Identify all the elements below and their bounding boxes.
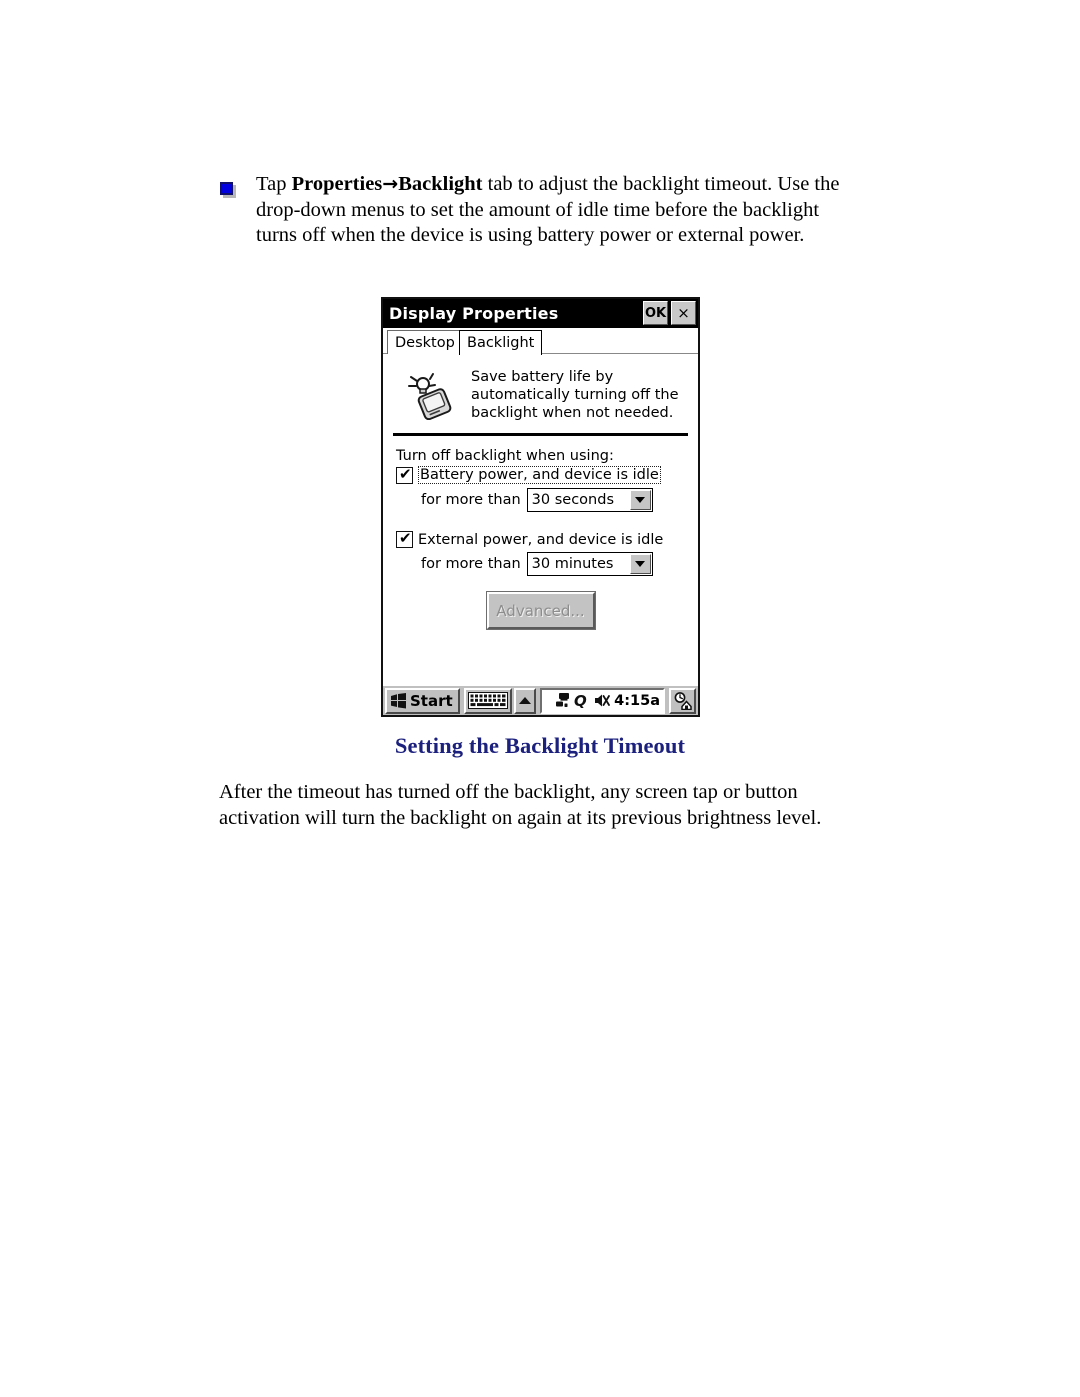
battery-timeout-row: for more than 30 seconds [421, 488, 690, 512]
bullet-text-lead: Tap [256, 173, 292, 195]
start-label: Start [410, 691, 453, 710]
chevron-down-icon[interactable] [629, 490, 651, 510]
dialog-titlebar: Display Properties OK × [383, 299, 698, 328]
titlebar-button-group: OK × [643, 301, 696, 325]
ok-button[interactable]: OK [643, 301, 668, 325]
bullet-paragraph-text: Tap Properties→Backlight tab to adjust t… [256, 172, 858, 249]
battery-power-checkbox-row[interactable]: ✔ Battery power, and device is idle [396, 464, 690, 484]
home-clock-button[interactable] [669, 687, 696, 714]
pda-screenshot: Display Properties OK × Desktop Backligh… [381, 297, 700, 717]
horizontal-divider [393, 433, 688, 436]
chevron-up-icon [518, 697, 531, 704]
info-line-2: automatically turning off the [471, 387, 679, 403]
right-arrow-icon: → [382, 173, 399, 195]
bullet-paragraph: Tap Properties→Backlight tab to adjust t… [218, 172, 858, 249]
blue-square-bullet-icon [220, 182, 233, 195]
system-tray: Q 4:15a [539, 687, 665, 714]
external-power-checkbox[interactable]: ✔ [396, 529, 413, 548]
clock-home-icon [674, 691, 692, 710]
battery-power-checkbox[interactable]: ✔ [396, 464, 413, 484]
checkmark-icon: ✔ [399, 529, 412, 547]
checkmark-icon: ✔ [399, 464, 412, 483]
info-line-3: backlight when not needed. [471, 405, 674, 421]
tab-backlight[interactable]: Backlight [459, 330, 543, 355]
external-timeout-dropdown[interactable]: 30 minutes [526, 552, 653, 576]
advanced-button[interactable]: Advanced... [485, 591, 596, 630]
taskbar: Start Q 4:15a [383, 684, 698, 715]
group-label: Turn off backlight when using: [396, 448, 614, 464]
battery-power-label: Battery power, and device is idle [418, 466, 661, 484]
clock-time[interactable]: 4:15a [614, 693, 660, 709]
taskbar-expand-button[interactable] [513, 687, 536, 714]
backlight-device-bulb-icon [408, 373, 452, 420]
chevron-down-icon[interactable] [629, 554, 651, 574]
page-section-heading: Setting the Backlight Timeout [394, 733, 686, 758]
battery-timeout-prefix: for more than [421, 492, 521, 508]
external-timeout-prefix: for more than [421, 556, 521, 572]
tab-desktop[interactable]: Desktop [387, 330, 463, 354]
info-banner-text: Save battery life by automatically turni… [471, 368, 679, 422]
info-line-1: Save battery life by [471, 369, 614, 385]
backlight-tab-page: Save battery life by automatically turni… [383, 354, 698, 688]
battery-timeout-dropdown[interactable]: 30 seconds [526, 488, 653, 512]
dialog-title: Display Properties [389, 304, 559, 323]
keyboard-icon [467, 692, 508, 709]
bullet-bold-properties: Properties [291, 173, 383, 195]
external-power-checkbox-row[interactable]: ✔ External power, and device is idle [396, 529, 690, 548]
battery-timeout-value: 30 seconds [531, 492, 614, 508]
tab-strip: Desktop Backlight [383, 328, 698, 355]
network-connection-icon[interactable] [555, 692, 572, 709]
external-timeout-row: for more than 30 minutes [421, 552, 690, 576]
info-banner: Save battery life by automatically turni… [391, 360, 690, 422]
speaker-muted-icon[interactable] [592, 692, 611, 709]
external-power-label: External power, and device is idle [418, 531, 664, 548]
closing-paragraph: After the timeout has turned off the bac… [219, 781, 822, 829]
external-timeout-value: 30 minutes [531, 556, 614, 572]
q-logo-icon[interactable]: Q [574, 692, 590, 709]
keyboard-button[interactable] [463, 687, 512, 714]
start-button[interactable]: Start [385, 687, 460, 714]
bullet-bold-backlight: Backlight [398, 173, 483, 195]
close-button[interactable]: × [671, 301, 696, 325]
windows-flag-icon [391, 692, 406, 708]
advanced-button-wrap: Advanced... [391, 591, 690, 630]
svg-text:Q: Q [574, 692, 587, 709]
